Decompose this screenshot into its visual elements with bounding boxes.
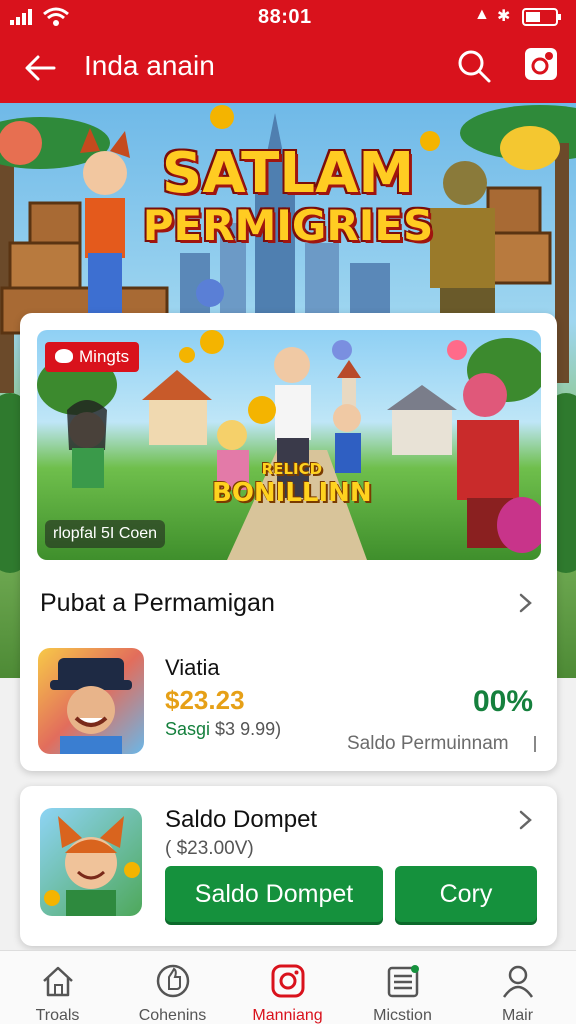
promo-caption: rlopfal 5I Coen xyxy=(45,520,166,548)
nav-label: Mair xyxy=(501,1007,534,1024)
item1-saldo-label: Saldo Permuinnam xyxy=(347,733,509,754)
chevron-right-icon[interactable] xyxy=(515,593,535,613)
promo-tag: Mingts xyxy=(45,342,140,372)
promo-bonus-title: RELICD BONILLINN xyxy=(212,460,372,508)
item1-avatar-image xyxy=(50,658,132,754)
instagram-icon xyxy=(271,964,305,998)
bottom-nav: Troals Cohenins Manniang Micstion Mair xyxy=(0,950,576,1024)
promo-banner[interactable]: Mingts RELICD BONILLINN rlopfal 5I Coen xyxy=(37,330,541,560)
item1-name: Viatia xyxy=(165,655,220,680)
item2-avatar[interactable] xyxy=(40,808,142,916)
battery-icon xyxy=(522,8,561,26)
item1-sub: Sasgi $3 9.99) xyxy=(165,719,281,740)
nav-label: Manniang xyxy=(252,1007,323,1024)
games-card: Mingts RELICD BONILLINN rlopfal 5I Coen … xyxy=(20,313,557,771)
thumbs-up-icon xyxy=(156,964,190,998)
list-icon xyxy=(387,965,419,998)
promo-bonus-small: RELICD xyxy=(261,460,323,478)
nav-label: Cohenins xyxy=(138,1007,207,1024)
app-bar: Inda anain xyxy=(0,34,576,103)
saldo-dompet-button[interactable]: Saldo Dompet xyxy=(165,866,383,922)
signal-icon xyxy=(10,9,32,25)
search-icon[interactable] xyxy=(456,48,492,84)
wifi-icon xyxy=(43,7,69,26)
hero-title-line2: PERMIGRIES xyxy=(142,200,434,250)
chevron-right-icon[interactable] xyxy=(515,810,535,830)
nav-label: Troals xyxy=(35,1007,80,1024)
hero-title-line1: SATLAM xyxy=(161,141,415,206)
nav-item-troals[interactable]: Troals xyxy=(0,951,115,1024)
nav-item-micstion[interactable]: Micstion xyxy=(345,951,460,1024)
item1-percent: 00% xyxy=(473,685,534,718)
camera-icon xyxy=(531,52,553,75)
top-bar: 88:01 ▲ ✱ Inda anain xyxy=(0,0,576,103)
camera-button[interactable] xyxy=(525,48,557,80)
back-arrow-icon[interactable] xyxy=(20,48,60,88)
nav-item-manniang[interactable]: Manniang xyxy=(230,951,345,1024)
bluetooth-icon: ✱ xyxy=(497,8,511,25)
item1-avatar[interactable] xyxy=(38,648,144,754)
item1-amount: $23.23 xyxy=(165,685,245,715)
page-title: Inda anain xyxy=(84,50,215,81)
hero-title: SATLAM PERMIGRIES xyxy=(0,141,576,250)
wallet-card: Saldo Dompet ( $23.00V) Saldo Dompet Cor… xyxy=(20,786,557,946)
cory-button[interactable]: Cory xyxy=(395,866,537,922)
nfc-icon: ▲ xyxy=(474,6,490,23)
nav-label: Micstion xyxy=(373,1007,432,1024)
item2-avatar-image xyxy=(44,816,140,916)
user-icon xyxy=(502,965,534,998)
item1-sub-label: Sasgi xyxy=(165,719,211,739)
promo-bonus-big: BONILLINN xyxy=(212,478,372,508)
status-bar: 88:01 ▲ ✱ xyxy=(0,0,576,34)
promo-tag-label: Mingts xyxy=(79,347,130,366)
item1-divider xyxy=(534,736,536,752)
status-time: 88:01 xyxy=(258,6,312,28)
item2-amount: ( $23.00V) xyxy=(165,838,254,859)
nav-item-mair[interactable]: Mair xyxy=(460,951,575,1024)
item1-sub-value: $3 9.99) xyxy=(215,719,282,739)
section-title: Pubat a Permamigan xyxy=(40,589,275,617)
bird-icon xyxy=(55,349,73,363)
home-icon xyxy=(43,966,73,997)
nav-item-cohenins[interactable]: Cohenins xyxy=(115,951,230,1024)
item2-name: Saldo Dompet xyxy=(165,806,318,833)
